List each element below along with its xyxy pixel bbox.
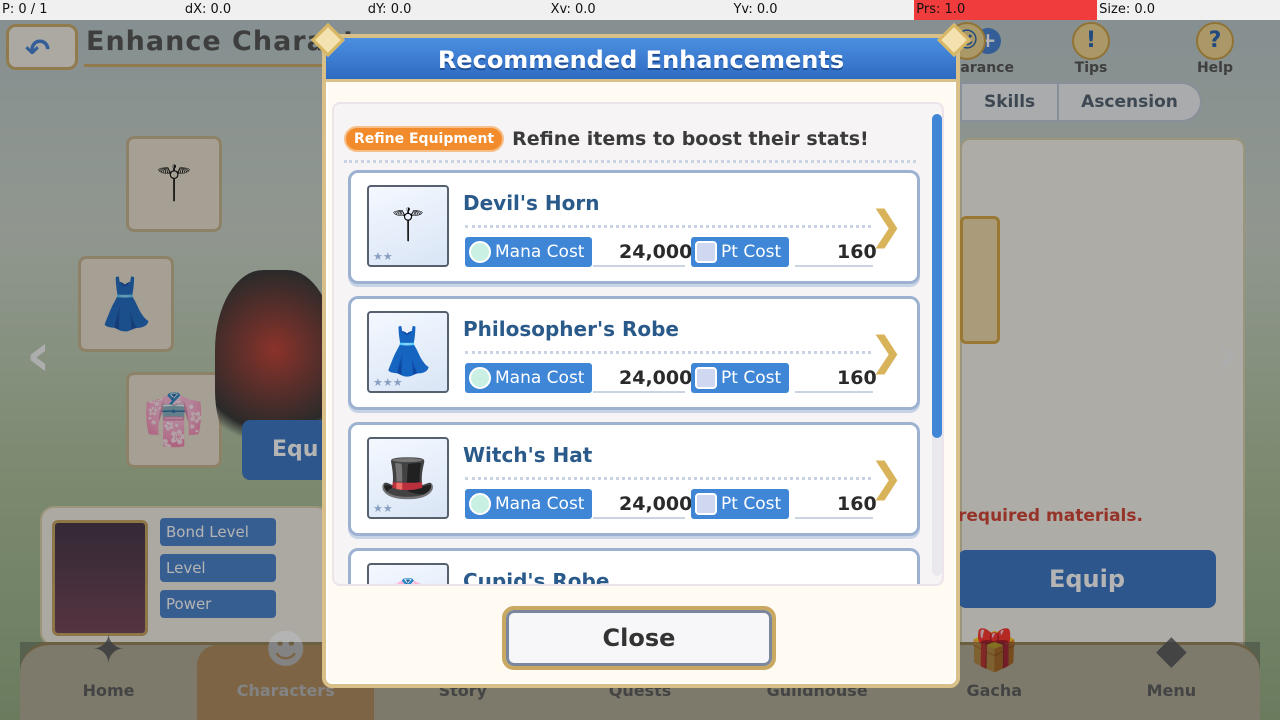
- close-button[interactable]: Close: [502, 606, 776, 670]
- enhancement-list[interactable]: Refine Equipment Refine items to boost t…: [332, 102, 944, 586]
- debug-status-bar: P: 0 / 1 dX: 0.0 dY: 0.0 Xv: 0.0 Yv: 0.0…: [0, 0, 1280, 20]
- rarity-stars: ★★: [373, 502, 393, 515]
- debug-dy: dY: 0.0: [367, 2, 412, 17]
- mana-icon: [469, 241, 491, 263]
- item-divider: [465, 477, 871, 480]
- enhancement-item[interactable]: 👘 Cupid's Robe ❯: [348, 548, 920, 586]
- chevron-right-icon[interactable]: ❯: [869, 203, 903, 249]
- item-thumbnail: 👘: [367, 563, 449, 584]
- mana-cost-value: 24,000: [619, 367, 693, 389]
- item-thumbnail: ⚚ ★★: [367, 185, 449, 267]
- dialog-title: Recommended Enhancements: [437, 46, 845, 74]
- item-name: Philosopher's Robe: [463, 317, 679, 341]
- scrollbar-thumb[interactable]: [932, 114, 942, 438]
- rarity-stars: ★★: [373, 250, 393, 263]
- item-name: Witch's Hat: [463, 443, 593, 467]
- debug-pressure: Prs: 1.0: [914, 0, 1098, 20]
- mana-cost-label: Mana Cost: [465, 489, 593, 519]
- pt-cost-label: Pt Cost: [691, 363, 790, 393]
- header-divider: [344, 160, 916, 163]
- debug-size: Size: 0.0: [1099, 2, 1156, 17]
- item-name: Devil's Horn: [463, 191, 600, 215]
- pt-icon: [695, 493, 717, 515]
- debug-pointer: P: 0 / 1: [2, 2, 48, 17]
- recommended-enhancements-dialog: Recommended Enhancements Refine Equipmen…: [311, 23, 971, 688]
- item-thumbnail: 🎩 ★★: [367, 437, 449, 519]
- enhancement-item[interactable]: 👗 ★★★ Philosopher's Robe Mana Cost 24,000…: [348, 296, 920, 410]
- debug-xv: Xv: 0.0: [550, 2, 596, 17]
- chevron-right-icon[interactable]: ❯: [869, 581, 903, 584]
- refine-equipment-badge: Refine Equipment: [344, 126, 505, 152]
- mana-cost-value: 24,000: [619, 241, 693, 263]
- pt-icon: [695, 241, 717, 263]
- mana-icon: [469, 367, 491, 389]
- enhancement-item[interactable]: 🎩 ★★ Witch's Hat Mana Cost 24,000 Pt Cost…: [348, 422, 920, 536]
- pt-icon: [695, 367, 717, 389]
- debug-dx: dX: 0.0: [184, 2, 232, 17]
- pt-cost-label: Pt Cost: [691, 237, 790, 267]
- enhancement-item[interactable]: ⚚ ★★ Devil's Horn Mana Cost 24,000 Pt Cos…: [348, 170, 920, 284]
- list-scrollbar[interactable]: [932, 114, 942, 576]
- item-divider: [465, 225, 871, 228]
- rarity-stars: ★★★: [373, 376, 403, 389]
- pt-cost-label: Pt Cost: [691, 489, 790, 519]
- robe-icon: 👘: [369, 565, 447, 584]
- item-thumbnail: 👗 ★★★: [367, 311, 449, 393]
- refine-subtitle: Refine items to boost their stats!: [512, 128, 869, 150]
- mana-cost-label: Mana Cost: [465, 363, 593, 393]
- debug-yv: Yv: 0.0: [733, 2, 778, 17]
- mana-icon: [469, 493, 491, 515]
- dialog-header: Recommended Enhancements: [326, 38, 956, 82]
- mana-cost-value: 24,000: [619, 493, 693, 515]
- mana-cost-label: Mana Cost: [465, 237, 593, 267]
- item-divider: [465, 351, 871, 354]
- chevron-right-icon[interactable]: ❯: [869, 455, 903, 501]
- chevron-right-icon[interactable]: ❯: [869, 329, 903, 375]
- item-name: Cupid's Robe: [463, 569, 610, 586]
- list-header: Refine Equipment Refine items to boost t…: [344, 126, 869, 152]
